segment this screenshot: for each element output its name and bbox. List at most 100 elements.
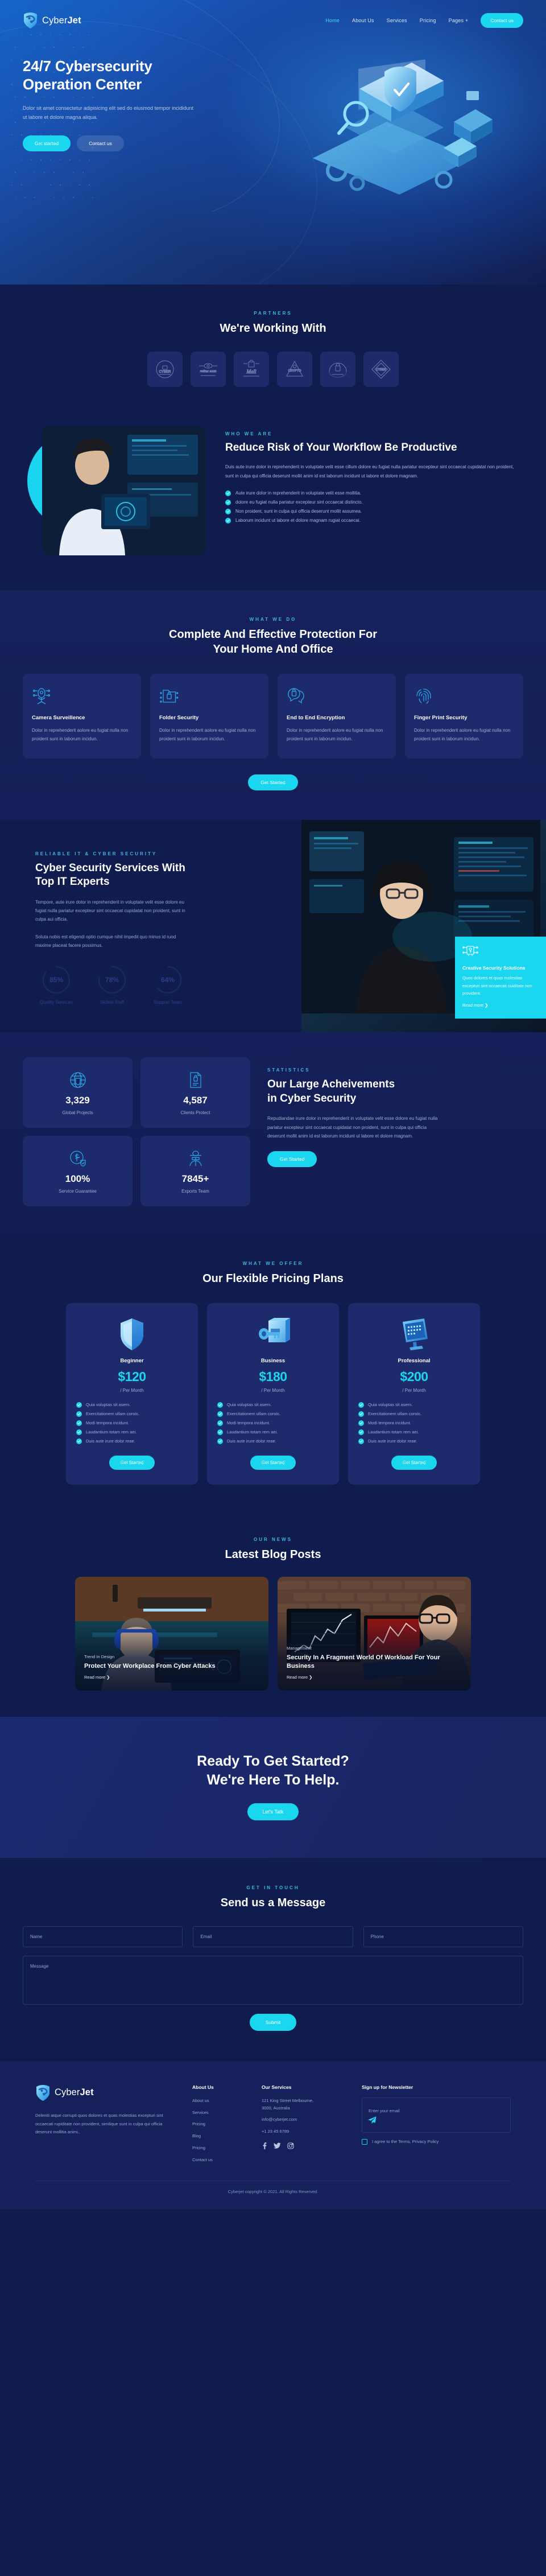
pricing-card-beginner[interactable]: Beginner $120 / Per Month Quia voluptas … xyxy=(66,1303,198,1485)
skill-ring-quality-services: 85% Quality Services xyxy=(35,965,77,1005)
blog-card-meta: Trend In Design Protect Your Workplace F… xyxy=(84,1654,259,1681)
main-navbar: CyberJet Home About Us Services Pricing … xyxy=(0,0,546,41)
pricing-feature-label: Laudantium totam rem aei. xyxy=(86,1429,137,1435)
about-checklist-item: dolore eu fugiat nulla pariatur excepteu… xyxy=(225,499,523,505)
creative-security-solutions-card[interactable]: Creative Security Solutions Quos dolores… xyxy=(455,937,546,1019)
check-icon xyxy=(76,1438,82,1444)
footer-brand-block: CyberJet Deleniti atque corrupti quos do… xyxy=(35,2084,177,2164)
pricing-feature-label: Duis aute irure dolor reae. xyxy=(227,1439,276,1444)
send-plane-icon[interactable] xyxy=(368,2116,377,2127)
statistics-body: Repudiandae irure dolor in reprehenderit… xyxy=(267,1116,438,1139)
footer-phone-link[interactable]: +1 23 45 6789 xyxy=(262,2128,347,2136)
newsletter-terms-agreement[interactable]: I agree to the Terms, Privacy Policy xyxy=(362,2138,511,2145)
pricing-card-business[interactable]: Business $180 / Per Month Quia voluptas … xyxy=(207,1303,339,1485)
pricing-get-started-button[interactable]: Get Started xyxy=(250,1455,296,1470)
blog-card-security-in-a-fragment-world[interactable]: Management Security In A Fragment World … xyxy=(278,1576,471,1691)
pricing-feature: Exercitationem ullam corois. xyxy=(76,1411,188,1417)
hero-contact-us-button[interactable]: Contact us xyxy=(77,135,124,151)
statistics-get-started-button[interactable]: Get Started xyxy=(267,1151,317,1168)
partner-logo-cyber-diamond[interactable]: CYBER xyxy=(363,352,399,387)
blog-title: Latest Blog Posts xyxy=(225,1548,321,1561)
footer-link-about-us[interactable]: About us xyxy=(192,2097,247,2105)
blog-section: OUR NEWS Latest Blog Posts Trend In Desi… xyxy=(0,1516,546,1717)
nav-link-pricing[interactable]: Pricing xyxy=(420,18,436,23)
message-textarea[interactable] xyxy=(23,1955,523,2005)
footer-address: 121 King Street Melbourne, 3000, Austral… xyxy=(262,2097,347,2112)
nav-link-about-us[interactable]: About Us xyxy=(352,18,374,23)
hero-title: 24/7 Cybersecurity Operation Center xyxy=(23,57,267,93)
footer-brand-logo[interactable]: CyberJet xyxy=(35,2084,177,2101)
service-card-camera-surveillence[interactable]: Camera Surveillence Dolor in reprehender… xyxy=(23,674,141,759)
footer-link-blog[interactable]: Blog xyxy=(192,2133,247,2140)
blog-read-more-link[interactable]: Read more ❯ xyxy=(287,1675,312,1680)
submit-button[interactable]: Submit xyxy=(249,2013,297,2031)
pricing-feature-label: Exercitationem ullam corois. xyxy=(368,1411,421,1417)
pricing-feature: Quia voluptas sit asern. xyxy=(358,1402,470,1408)
services-get-started-button[interactable]: Get Started xyxy=(248,774,298,790)
service-card-end-to-end-encryption[interactable]: End to End Encryption Dolor in reprehend… xyxy=(278,674,396,759)
check-icon xyxy=(76,1420,82,1426)
check-icon xyxy=(358,1411,364,1417)
pricing-get-started-button[interactable]: Get Started xyxy=(109,1455,155,1470)
nav-link-pages[interactable]: Pages + xyxy=(449,18,469,23)
nav-contact-us-button[interactable]: Contact us xyxy=(481,13,523,28)
twitter-icon[interactable] xyxy=(274,2142,281,2149)
contact-form-row xyxy=(23,1926,523,1947)
partner-logo-retina-scan[interactable]: retina scan xyxy=(191,352,226,387)
pricing-grid: Beginner $120 / Per Month Quia voluptas … xyxy=(23,1303,523,1485)
service-card-finger-print-security[interactable]: Finger Print Security Dolor in reprehend… xyxy=(405,674,523,759)
pricing-feature-label: Laudantium totam rem aei. xyxy=(227,1429,278,1435)
statistics-title-line2: in Cyber Security xyxy=(267,1092,357,1104)
facebook-icon[interactable] xyxy=(262,2142,267,2149)
partner-logo-mall[interactable]: Mall xyxy=(234,352,269,387)
hero-get-started-button[interactable]: Get started xyxy=(23,135,71,151)
partner-logo-crypto[interactable]: CRYPTO xyxy=(277,352,312,387)
contact-form: Submit xyxy=(23,1926,523,2031)
svg-text:retina scan: retina scan xyxy=(200,369,217,373)
terms-checkbox[interactable] xyxy=(362,2138,367,2145)
newsletter-email-input[interactable] xyxy=(369,2108,504,2113)
name-input[interactable] xyxy=(23,1926,183,1947)
pricing-feature-label: Exercitationem ullam corois. xyxy=(86,1411,139,1417)
instagram-icon[interactable] xyxy=(287,2142,294,2149)
footer-link-services[interactable]: Services xyxy=(192,2109,247,2117)
nav-link-home[interactable]: Home xyxy=(325,18,340,23)
partner-logo-cyber-badge[interactable]: CYBER xyxy=(147,352,183,387)
hero-illustration xyxy=(267,41,523,229)
cta-section: Ready To Get Started? We're Here To Help… xyxy=(0,1716,546,1858)
stat-value: 100% xyxy=(65,1173,90,1184)
brand-logo[interactable]: CyberJet xyxy=(23,12,81,29)
pricing-get-started-button[interactable]: Get Started xyxy=(391,1455,437,1470)
email-input[interactable] xyxy=(193,1926,353,1947)
partners-eyebrow: PARTNERS xyxy=(254,311,292,316)
check-icon xyxy=(217,1438,223,1444)
nav-link-services[interactable]: Services xyxy=(387,18,407,23)
service-card-text: Dolor in reprehenderit aolore eu fugiat … xyxy=(32,728,129,741)
solutions-read-more-link[interactable]: Read more ❯ xyxy=(462,1003,488,1008)
footer-link-pricing-2[interactable]: Pricing xyxy=(192,2145,247,2152)
pricing-feature-label: Modi tempora incidunt. xyxy=(86,1420,129,1426)
phone-input[interactable] xyxy=(363,1926,523,1947)
blog-read-more-link[interactable]: Read more ❯ xyxy=(84,1675,110,1680)
footer-link-contact-us[interactable]: Contact us xyxy=(192,2157,247,2164)
blog-grid: Trend In Design Protect Your Workplace F… xyxy=(23,1576,523,1691)
footer-brand-name: CyberJet xyxy=(55,2087,94,2098)
footer-description: Deleniti atque corrupti quos dolores et … xyxy=(35,2112,163,2135)
footer-link-pricing[interactable]: Pricing xyxy=(192,2121,247,2128)
blog-card-protect-your-workplace[interactable]: Trend In Design Protect Your Workplace F… xyxy=(75,1576,268,1691)
cta-lets-talk-button[interactable]: Let's Talk xyxy=(247,1803,299,1820)
pricing-card-professional[interactable]: Professional $200 / Per Month Quia volup… xyxy=(348,1303,480,1485)
services-eyebrow: WHAT WE DO xyxy=(249,617,297,622)
check-icon xyxy=(358,1402,364,1408)
footer-email-link[interactable]: info@cyberjet.com xyxy=(262,2116,347,2124)
partner-logo-lock-shield[interactable] xyxy=(320,352,355,387)
solutions-text: Quos dolores et quas molestias excepturi… xyxy=(462,975,532,996)
dollar-shield-icon xyxy=(28,1147,127,1170)
pricing-amount: $120 xyxy=(118,1369,146,1384)
about-body: Duis aute irure dolor in reprehenderit i… xyxy=(225,464,514,479)
service-card-folder-security[interactable]: Folder Security Dolor in reprehenderit a… xyxy=(150,674,268,759)
footer-about-column: About Us About us Services Pricing Blog … xyxy=(192,2084,247,2164)
about-checklist-item: Laborum incidunt ut labore et dolore mag… xyxy=(225,517,523,524)
footer-link-item: Pricing xyxy=(192,2121,247,2128)
terms-label: I agree to the Terms, Privacy Policy xyxy=(372,2139,439,2145)
